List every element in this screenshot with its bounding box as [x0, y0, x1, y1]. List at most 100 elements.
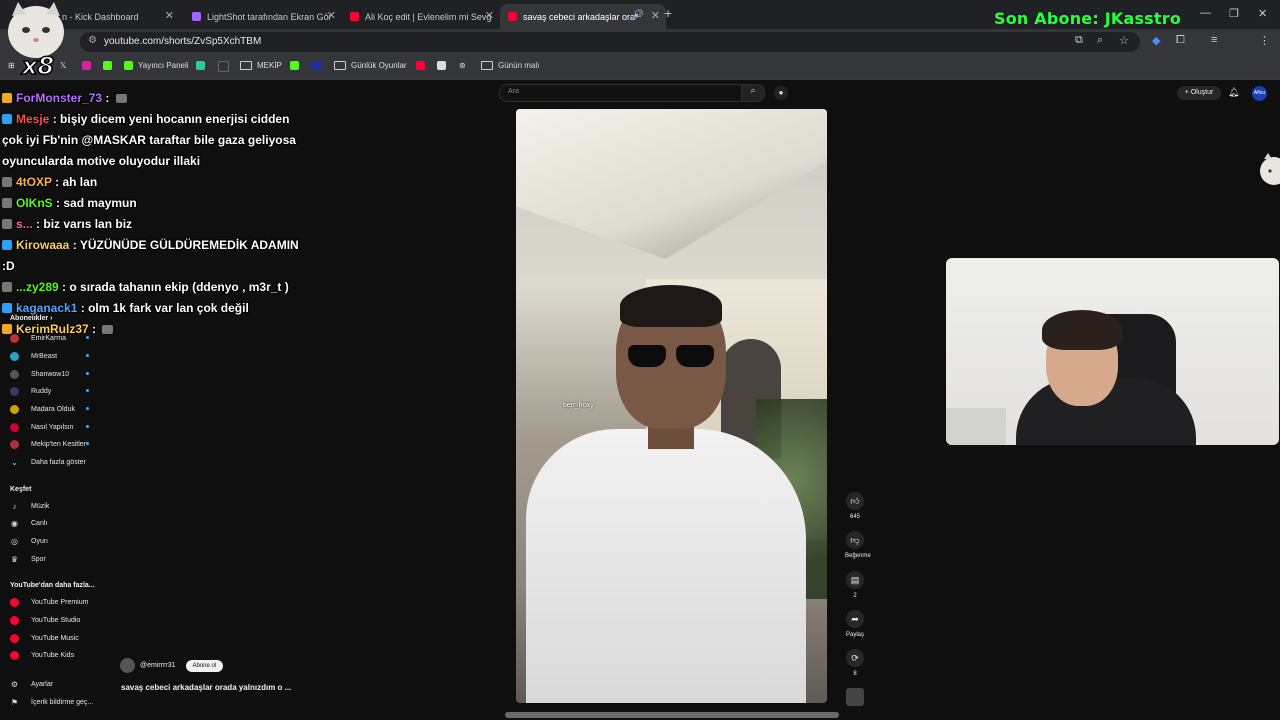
share-label: Paylaş: [845, 632, 864, 638]
bookmark-gunluk-oyunlar[interactable]: Günlük Oyunlar: [334, 61, 407, 70]
sidebar-item-report-history[interactable]: ⚑ İçerik bildirme geç...: [10, 695, 93, 709]
extension-icon[interactable]: ◆: [1152, 34, 1160, 47]
search-button[interactable]: ⌕: [741, 84, 765, 102]
bookmark-icon[interactable]: [437, 61, 451, 70]
notifications-bell-icon[interactable]: 🔔︎: [1228, 87, 1239, 98]
chat-username: ...zy289: [16, 280, 59, 294]
shorts-video-player[interactable]: ben_froxy: [516, 109, 827, 703]
man-hair: [620, 285, 722, 327]
channel-avatar: [10, 439, 19, 449]
new-tab-button[interactable]: +: [664, 5, 672, 21]
show-more-button[interactable]: ⌄ Daha fazla göster: [10, 455, 86, 469]
channel-avatar: [10, 369, 19, 379]
sidebar-label: YouTube Kids: [31, 651, 75, 659]
sidebar-item-studio[interactable]: YouTube Studio: [10, 613, 80, 627]
close-tab-icon[interactable]: ✕: [165, 9, 174, 22]
voice-search-button[interactable]: ●: [774, 86, 788, 100]
subscription-item[interactable]: Nasıl Yapılsın: [10, 420, 89, 434]
close-tab-icon[interactable]: ✕: [651, 9, 660, 22]
restore-icon[interactable]: ❐: [1229, 7, 1239, 20]
search-input[interactable]: Ara: [499, 84, 743, 102]
cat-peek-icon: [1260, 153, 1280, 185]
tab-kick-dashboard[interactable]: n - Kick Dashboard ✕: [62, 4, 180, 29]
menu-dots-icon[interactable]: ⋮: [1259, 34, 1270, 47]
video-progress-bar[interactable]: [505, 712, 839, 718]
like-button[interactable]: 👍︎ 645: [845, 492, 865, 520]
comments-button[interactable]: ▤ 2: [845, 571, 865, 599]
close-window-icon[interactable]: ✕: [1258, 7, 1267, 20]
bookmark-icon[interactable]: [196, 61, 210, 70]
channel-avatar[interactable]: [120, 658, 135, 673]
chat-message: 4tOXP : ah lan: [2, 172, 312, 193]
share-button[interactable]: ➦ Paylaş: [845, 610, 865, 638]
sidebar-item-premium[interactable]: YouTube Premium: [10, 595, 88, 609]
site-info-icon[interactable]: ⚙: [88, 35, 97, 46]
short-title[interactable]: savaş cebeci arkadaşlar orada yalnızdım …: [121, 683, 291, 692]
speaker-icon[interactable]: 🔊: [633, 9, 644, 20]
omnibox[interactable]: ⚙ youtube.com/shorts/ZvSp5XchTBM: [80, 32, 1140, 52]
sidebar-item-music-app[interactable]: YouTube Music: [10, 631, 79, 645]
close-tab-icon[interactable]: ✕: [327, 9, 336, 22]
bookmark-icon[interactable]: [218, 61, 234, 72]
bookmark-icon[interactable]: [312, 61, 326, 70]
badge-icon: [2, 282, 12, 292]
channel-handle[interactable]: @emirrrr31: [140, 662, 176, 669]
tab-ali-koc-edit[interactable]: Ali Koç edit | Evlenelim mi Sevg ✕: [344, 4, 500, 29]
chat-message: kaganack1 : olm 1k fark var lan çok deği…: [2, 298, 312, 319]
bookmark-star-icon[interactable]: ☆: [1119, 34, 1129, 47]
tab-title: Ali Koç edit | Evlenelim mi Sevg: [365, 11, 492, 22]
zoom-icon[interactable]: ⌕: [1097, 34, 1103, 47]
subscription-item[interactable]: Madara Olduk: [10, 402, 89, 416]
sidebar-item-settings[interactable]: ⚙ Ayarlar: [10, 677, 53, 691]
youtube-kids-icon: [10, 650, 19, 660]
instagram-icon[interactable]: [82, 61, 96, 70]
youtube-icon[interactable]: [416, 61, 430, 70]
account-avatar[interactable]: Aflou: [1252, 86, 1267, 101]
sidebar-item-sports[interactable]: ♛ Spor: [10, 552, 46, 566]
dislike-button[interactable]: 👎︎ Beğenme: [845, 531, 871, 559]
kick-icon[interactable]: [103, 61, 117, 70]
subscription-item[interactable]: Ruddy: [10, 384, 89, 398]
chat-username: Mesje: [16, 112, 50, 126]
tab-search-icon[interactable]: ≡: [1211, 34, 1217, 46]
url-text[interactable]: youtube.com/shorts/ZvSp5XchTBM: [104, 36, 261, 47]
extensions-puzzle-icon[interactable]: ⧠: [1176, 34, 1185, 47]
openai-icon[interactable]: ⊛: [459, 61, 466, 70]
sidebar-item-music[interactable]: ♪ Müzik: [10, 499, 50, 513]
sound-thumbnail[interactable]: [845, 688, 865, 706]
subscription-item[interactable]: Shanwow10: [10, 367, 89, 381]
bookmark-yayinci-paneli[interactable]: Yayıncı Paneli: [124, 61, 189, 70]
webcam-overlay: [946, 258, 1279, 445]
live-icon: ◉: [11, 518, 18, 528]
sidebar-item-kids[interactable]: YouTube Kids: [10, 648, 74, 662]
emote-icon: [115, 94, 127, 103]
like-count: 645: [849, 514, 860, 520]
create-button[interactable]: + Oluştur: [1177, 86, 1221, 100]
tab-title: LightShot tarafından Ekran Gör: [207, 11, 332, 22]
background-desk: [946, 408, 1006, 445]
sidebar-label: Canlı: [31, 519, 48, 527]
sunglasses: [628, 345, 714, 367]
cast-icon[interactable]: ⧉: [1075, 34, 1083, 47]
sidebar-label: YouTube Studio: [31, 616, 81, 624]
bookmark-gunun-mali[interactable]: Günün malı: [481, 61, 539, 70]
youtube-favicon-icon: [508, 12, 517, 21]
remix-button[interactable]: ⟳ 8: [845, 649, 865, 677]
channel-name: Shanwow10: [31, 370, 70, 378]
bookmark-mekip[interactable]: MEKİP: [240, 61, 282, 70]
new-content-dot: [86, 372, 89, 375]
badge-icon: [2, 303, 12, 313]
sidebar-item-live[interactable]: ◉ Canlı: [10, 516, 47, 530]
folder-icon: [240, 61, 252, 70]
minimize-icon[interactable]: —: [1200, 7, 1211, 19]
new-content-dot: [86, 442, 89, 445]
sidebar-item-gaming[interactable]: ◎ Oyun: [10, 534, 48, 548]
sidebar-label: Ayarlar: [31, 680, 54, 688]
close-tab-icon[interactable]: ✕: [485, 9, 494, 22]
subscription-item[interactable]: MrBeast: [10, 349, 89, 363]
kick-icon[interactable]: [290, 61, 304, 70]
subscribe-button[interactable]: Abone ol: [185, 659, 224, 672]
tab-lightshot[interactable]: LightShot tarafından Ekran Gör ✕: [186, 4, 342, 29]
tab-savas-cebeci[interactable]: savaş cebeci arkadaşlar ora 🔊 ✕: [500, 4, 666, 29]
subscription-item[interactable]: Mekip'ten Kesitler: [10, 437, 89, 451]
